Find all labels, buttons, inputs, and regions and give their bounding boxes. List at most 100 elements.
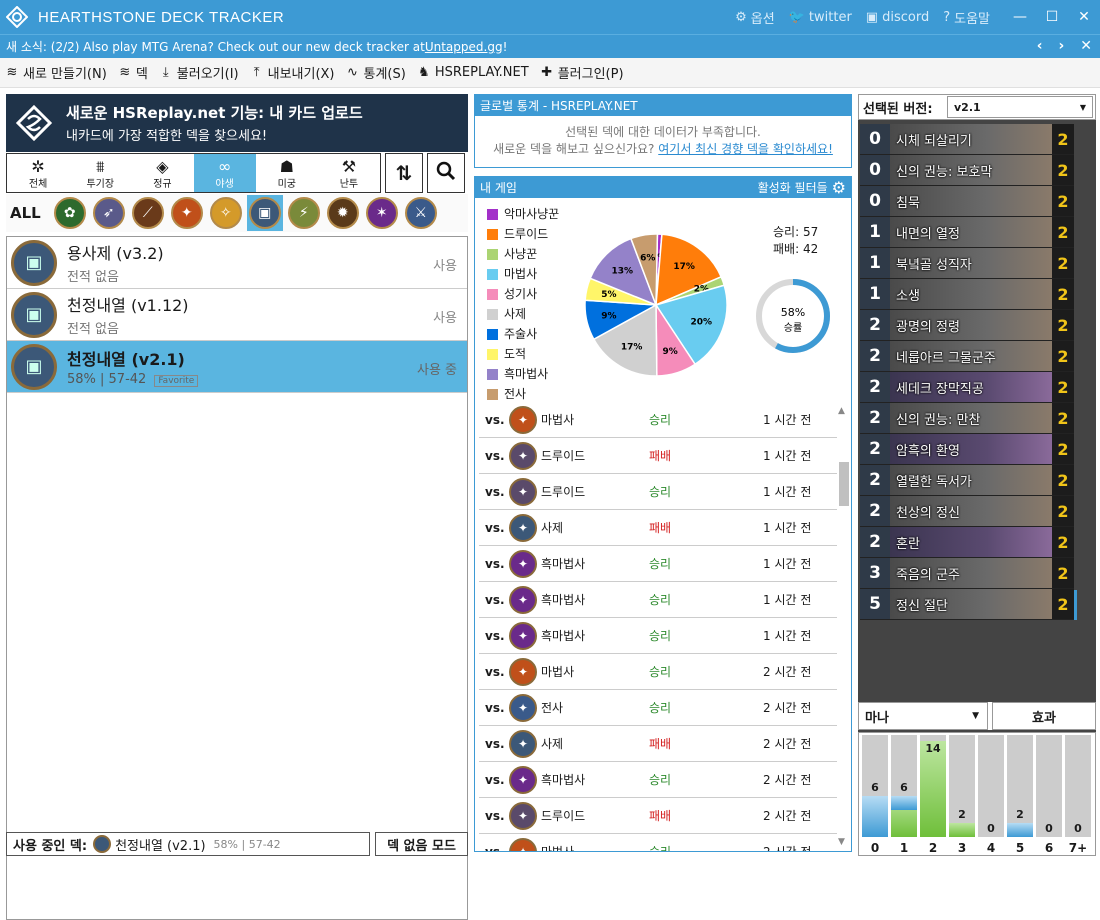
no-deck-mode-button[interactable]: 덱 없음 모드 [375,832,468,856]
deck-card[interactable]: 1 소생 2 [860,279,1074,310]
format-brawl[interactable]: ⚒ 난투 [318,154,380,192]
scroll-down-icon[interactable]: ▼ [838,837,845,847]
game-row[interactable]: vs. ✦ 흑마법사 승리 1 시간 전 [479,582,837,618]
curve-type-select[interactable]: 마나 ▼ [858,702,988,730]
class-rogue[interactable]: ⟋ [130,195,166,231]
deck-card[interactable]: 0 신의 권능: 보호막 2 [860,155,1074,186]
class-priest[interactable]: ▣ [246,195,283,231]
deck-item[interactable]: ▣ 천정내열 (v1.12) 전적 없음 사용 [7,289,467,341]
class-demonhunter[interactable]: ✶ [364,195,400,231]
deck-item[interactable]: ▣ 용사제 (v3.2) 전적 없음 사용 [7,237,467,289]
game-row[interactable]: vs. ✦ 마법사 승리 1 시간 전 [479,402,837,438]
scroll-thumb[interactable] [1074,590,1077,620]
deck-card[interactable]: 1 내면의 열정 2 [860,217,1074,248]
deck-card[interactable]: 3 죽음의 군주 2 [860,558,1074,589]
card-cost: 0 [860,124,890,154]
hsreplay-banner[interactable]: 새로운 HSReplay.net 기능: 내 카드 업로드 내카드에 가장 적합… [6,94,468,152]
effects-button[interactable]: 효과 [992,702,1096,730]
maximize-button[interactable]: ☐ [1036,9,1068,25]
deck-card[interactable]: 5 정신 절단 2 [860,589,1074,620]
game-row[interactable]: vs. ✦ 드루이드 패배 2 시간 전 [479,798,837,834]
legend-item: 흑마법사 [487,364,559,384]
game-row[interactable]: vs. ✦ 사제 패배 2 시간 전 [479,726,837,762]
warrior-icon: ✦ [509,693,537,722]
card-count: 2 [1052,124,1074,154]
scroll-thumb[interactable] [839,462,849,506]
menu-stats[interactable]: ∿ 통계(S) [345,63,406,82]
minimize-button[interactable]: — [1004,9,1036,25]
rogue-icon: ⟋ [131,197,164,229]
deck-card[interactable]: 0 침묵 2 [860,186,1074,217]
deck-card[interactable]: 2 암흑의 환영 2 [860,434,1074,465]
game-row[interactable]: vs. ✦ 드루이드 패배 1 시간 전 [479,438,837,474]
game-row[interactable]: vs. ✦ 전사 승리 2 시간 전 [479,690,837,726]
card-name: 천상의 정신 [890,496,1052,526]
news-close-icon[interactable]: ✕ [1080,38,1092,54]
deck-card[interactable]: 1 북녘골 성직자 2 [860,248,1074,279]
search-button[interactable] [427,153,465,193]
menu-plugins[interactable]: ✚ 플러그인(P) [539,63,623,82]
card-list-scrollbar[interactable] [1074,124,1078,620]
all-formats-icon: ✲ [31,156,45,176]
class-paladin[interactable]: ✧ [208,195,244,231]
deck-card[interactable]: 2 혼란 2 [860,527,1074,558]
mana-bar: 6 [891,735,917,837]
sort-button[interactable]: ⇅ [385,153,423,193]
class-warlock[interactable]: ✹ [325,195,361,231]
game-row[interactable]: vs. ✦ 드루이드 승리 1 시간 전 [479,474,837,510]
deck-use-label[interactable]: 사용 [433,307,457,326]
news-prev-icon[interactable]: ‹ [1037,38,1043,54]
opponent-class: 흑마법사 [541,629,586,643]
format-standard[interactable]: ◈ 정규 [131,154,193,192]
game-row[interactable]: vs. ✦ 흑마법사 승리 1 시간 전 [479,546,837,582]
deck-card[interactable]: 2 네룹아르 그물군주 2 [860,341,1074,372]
deck-card[interactable]: 0 시체 되살리기 2 [860,124,1074,155]
menu-new-deck[interactable]: ≋ 새로 만들기(N) [4,63,107,82]
card-count: 2 [1052,465,1074,495]
game-row[interactable]: vs. ✦ 사제 패배 1 시간 전 [479,510,837,546]
card-count: 2 [1052,434,1074,464]
news-link[interactable]: Untapped.gg [425,40,503,54]
class-hunter[interactable]: ➶ [91,195,127,231]
class-mage[interactable]: ✦ [169,195,205,231]
trending-decks-link[interactable]: 여기서 최신 경향 덱을 확인하세요! [658,142,833,156]
format-all[interactable]: ✲ 전체 [7,154,69,192]
class-warrior[interactable]: ⚔ [403,195,439,231]
menu-export[interactable]: ⤒ 내보내기(X) [249,63,335,82]
format-wild[interactable]: ∞ 야생 [193,154,256,192]
format-dungeon[interactable]: ☗ 미궁 [256,154,318,192]
game-row[interactable]: vs. ✦ 흑마법사 승리 2 시간 전 [479,762,837,798]
game-row[interactable]: vs. ✦ 마법사 승리 2 시간 전 [479,834,837,851]
card-cost: 1 [860,279,890,309]
games-scrollbar[interactable]: ▲ ▼ [837,402,849,851]
menu-hsreplay[interactable]: ♞ HSREPLAY.NET [416,65,529,80]
menu-deck[interactable]: ≋ 덱 [117,63,147,82]
version-select[interactable]: v2.1 ▼ [947,96,1093,118]
discord-link[interactable]: ▣ discord [866,10,929,25]
class-druid[interactable]: ✿ [52,195,88,231]
deck-item-active[interactable]: ▣ 천정내열 (v2.1) 58% | 57-42 Favorite 사용 중 [7,341,467,393]
help-link[interactable]: ? 도움말 [943,8,990,27]
game-row[interactable]: vs. ✦ 흑마법사 승리 1 시간 전 [479,618,837,654]
mana-bar-value: 2 [958,808,966,822]
legend-label: 마법사 [504,267,538,281]
close-button[interactable]: ✕ [1068,9,1100,25]
game-row[interactable]: vs. ✦ 마법사 승리 2 시간 전 [479,654,837,690]
menu-import[interactable]: ⤓ 불러오기(I) [158,63,239,82]
deck-card[interactable]: 2 세데크 장막직공 2 [860,372,1074,403]
deck-card[interactable]: 2 열렬한 독서가 2 [860,465,1074,496]
deck-card[interactable]: 2 천상의 정신 2 [860,496,1074,527]
class-filter-all[interactable]: ALL [10,204,41,222]
format-arena[interactable]: ⩩ 투기장 [69,154,131,192]
options-link[interactable]: ⚙ 옵션 [735,8,775,27]
active-deck-bar[interactable]: 사용 중인 덱: 천정내열 (v2.1) 58% | 57-42 [6,832,370,856]
twitter-link[interactable]: 🐦 twitter [789,10,852,25]
deck-card[interactable]: 2 광명의 정령 2 [860,310,1074,341]
active-filters-link[interactable]: 활성화 필터들 ⚙ [758,178,846,197]
news-next-icon[interactable]: › [1058,38,1064,54]
class-shaman[interactable]: ⚡ [286,195,322,231]
deck-card[interactable]: 2 신의 권능: 만찬 2 [860,403,1074,434]
card-count: 2 [1052,527,1074,557]
scroll-up-icon[interactable]: ▲ [838,406,845,416]
deck-use-label[interactable]: 사용 [433,255,457,274]
